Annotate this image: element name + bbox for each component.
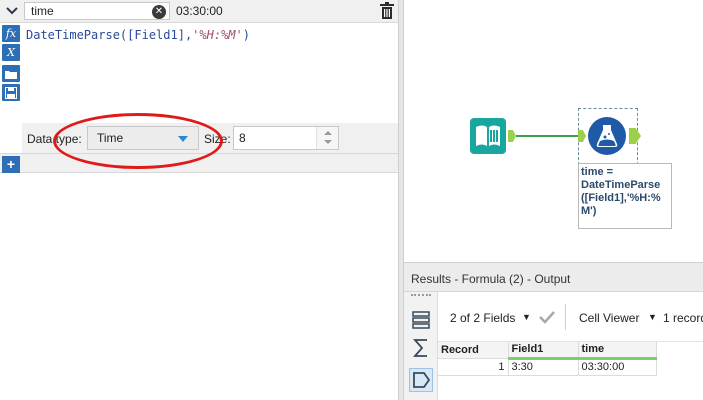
annotation-line: time = xyxy=(581,166,614,178)
list-view-icon[interactable] xyxy=(409,308,433,332)
dropdown-arrow-icon xyxy=(178,136,188,142)
caret-down-icon[interactable]: ▼ xyxy=(648,312,657,322)
connection-line[interactable] xyxy=(516,135,580,137)
flask-icon xyxy=(596,125,618,147)
expression-format-string: '%H:%M' xyxy=(192,28,243,42)
results-side-toolbar xyxy=(404,292,438,400)
sigma-icon[interactable] xyxy=(409,336,433,360)
expression-editor[interactable]: DateTimeParse([Field1],'%H:%M') xyxy=(22,23,398,123)
cell-field1[interactable]: 3:30 xyxy=(508,358,579,376)
add-formula-row: + xyxy=(0,153,398,173)
cell-time[interactable]: 03:30:00 xyxy=(578,358,657,376)
output-field-name-input[interactable]: time xyxy=(24,2,170,20)
annotation-line: M') xyxy=(581,205,597,217)
annotation-line: ([Field1],'%H:% xyxy=(581,192,661,204)
formula-side-toolbar: fx X xyxy=(0,23,22,123)
cell-record[interactable]: 1 xyxy=(438,358,509,376)
add-formula-button[interactable]: + xyxy=(2,156,20,173)
book-icon xyxy=(476,125,500,146)
grip-handle[interactable] xyxy=(411,294,431,297)
data-type-select[interactable]: Time xyxy=(87,126,199,150)
size-spinner[interactable] xyxy=(316,127,338,149)
data-type-value: Time xyxy=(97,131,124,145)
toolbar-separator xyxy=(565,304,566,330)
results-title-bar: Results - Formula (2) - Output xyxy=(404,262,703,292)
record-count: 1 record xyxy=(663,311,703,325)
results-toolbar: 2 of 2 Fields ▼ Cell Viewer ▼ 1 record xyxy=(438,292,703,342)
data-type-label: Data type: xyxy=(27,132,82,146)
annotation-line: DateTimeParse xyxy=(581,179,661,191)
formula-preview-value: 03:30:00 xyxy=(176,4,223,18)
formula-tool[interactable] xyxy=(588,117,626,155)
open-folder-icon[interactable] xyxy=(2,65,20,82)
column-header-time[interactable]: time xyxy=(578,342,657,360)
check-icon[interactable] xyxy=(538,308,556,326)
results-title: Results - Formula (2) - Output xyxy=(411,272,571,286)
trash-icon[interactable] xyxy=(379,2,395,20)
caret-down-icon[interactable]: ▼ xyxy=(522,312,531,322)
column-header-field1[interactable]: Field1 xyxy=(508,342,579,360)
data-type-row: Data type: Time Size: 8 xyxy=(22,123,398,153)
column-header-record[interactable]: Record xyxy=(438,342,509,359)
variable-x-icon[interactable]: X xyxy=(2,44,20,61)
size-label: Size: xyxy=(204,132,231,146)
table-row[interactable]: 1 3:30 03:30:00 xyxy=(438,358,657,376)
data-view-icon[interactable] xyxy=(409,368,433,392)
expression-function: DateTimeParse([Field1], xyxy=(26,28,193,42)
size-input[interactable]: 8 xyxy=(233,126,339,150)
clear-field-icon[interactable]: ✕ xyxy=(152,5,166,19)
spin-down-icon[interactable] xyxy=(324,140,332,144)
formula-row-header: time ✕ 03:30:00 xyxy=(0,0,398,23)
table-header-row: Record Field1 time xyxy=(438,342,657,360)
spin-up-icon[interactable] xyxy=(324,131,332,135)
results-grid: Record Field1 time 1 3:30 03:30:00 xyxy=(438,342,657,376)
cell-viewer-selector[interactable]: Cell Viewer xyxy=(579,311,639,325)
chevron-down-icon[interactable] xyxy=(3,2,21,20)
text-input-tool[interactable] xyxy=(470,118,506,154)
tool-annotation: time = DateTimeParse ([Field1],'%H:% M') xyxy=(578,163,672,229)
fields-selector[interactable]: 2 of 2 Fields xyxy=(450,311,515,325)
save-icon[interactable] xyxy=(2,84,20,101)
fx-icon[interactable]: fx xyxy=(2,25,20,42)
expression-close-paren: ) xyxy=(242,28,250,42)
formula-config-panel: time ✕ 03:30:00 fx X DateTimeParse([Fiel… xyxy=(0,0,398,400)
size-value: 8 xyxy=(239,131,246,145)
